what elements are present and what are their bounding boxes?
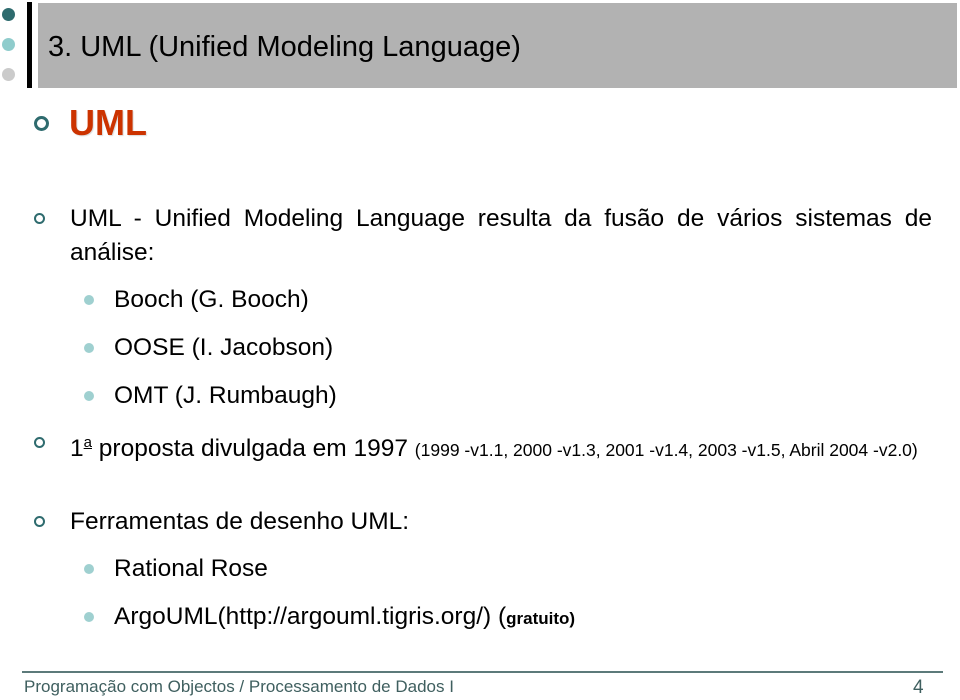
footer-divider (22, 671, 943, 673)
bullet-text: UML - Unified Modeling Language resulta … (70, 205, 932, 266)
sub-item-oose: OOSE (I. Jacobson) (84, 331, 334, 365)
closing-paren: ) (569, 609, 576, 628)
sub-item-rational-rose: Rational Rose (84, 552, 268, 586)
proposal-text: proposta divulgada em 1997 (91, 435, 415, 462)
filled-dot-icon (84, 295, 94, 305)
ring-bullet-icon (34, 115, 49, 131)
filled-dot-icon (84, 612, 94, 622)
bullet-uml-tools: Ferramentas de desenho UML: (34, 505, 932, 539)
decorative-dot-dark-teal-icon (2, 8, 15, 21)
section-heading: UML (69, 102, 147, 143)
page-number: 4 (913, 677, 924, 698)
sub-item-text: Rational Rose (114, 555, 268, 582)
title-accent-bar (27, 2, 32, 88)
sub-item-text: OOSE (I. Jacobson) (114, 334, 334, 361)
filled-dot-icon (84, 564, 94, 574)
bullet-uml-definition: UML - Unified Modeling Language resulta … (34, 202, 932, 270)
filled-dot-icon (84, 343, 94, 353)
sub-item-text: Booch (G. Booch) (114, 286, 309, 313)
proposal-number: 1 (70, 435, 84, 462)
section-heading-row: UML (34, 100, 147, 146)
ordinal-superscript: a (83, 434, 92, 451)
sub-item-argouml: ArgoUML(http://argouml.tigris.org/) (gra… (84, 600, 576, 636)
decorative-dot-gray-icon (2, 68, 15, 81)
sub-item-text: ArgoUML(http://argouml.tigris.org/) ( (114, 603, 507, 630)
bullet-first-proposal: 1a proposta divulgada em 1997 (1999 -v1.… (34, 428, 932, 465)
footer-course-title: Programação com Objectos / Processamento… (24, 677, 454, 696)
sub-item-text: OMT (J. Rumbaugh) (114, 382, 337, 409)
sub-item-booch: Booch (G. Booch) (84, 283, 309, 317)
version-history-note: (1999 -v1.1, 2000 -v1.3, 2001 -v1.4, 200… (414, 440, 918, 460)
decorative-dot-light-teal-icon (2, 38, 15, 51)
filled-dot-icon (84, 391, 94, 401)
sub-item-omt: OMT (J. Rumbaugh) (84, 379, 337, 413)
ring-bullet-icon (34, 516, 45, 527)
ring-bullet-icon (34, 437, 45, 448)
bullet-text: Ferramentas de desenho UML: (70, 508, 410, 535)
slide-title: 3. UML (Unified Modeling Language) (48, 31, 521, 63)
ring-bullet-icon (34, 213, 45, 224)
free-label: gratuito (506, 609, 570, 628)
